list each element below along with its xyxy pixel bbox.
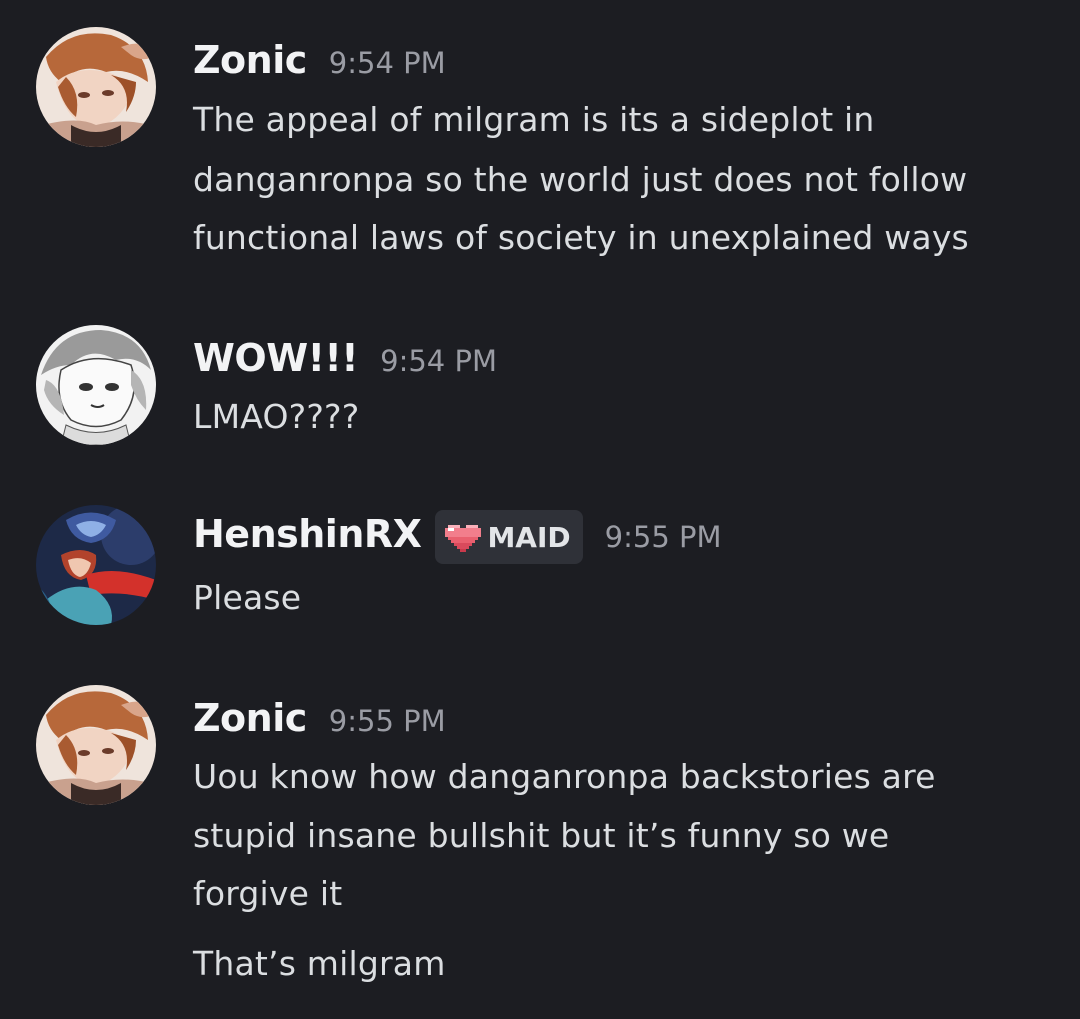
username[interactable]: HenshinRX: [193, 512, 422, 556]
timestamp[interactable]: 9:54 PM: [329, 46, 446, 80]
avatar-zonic[interactable]: [36, 27, 156, 147]
avatar-zonic[interactable]: [36, 685, 156, 805]
message-header: Zonic 9:55 PM: [193, 696, 446, 746]
avatar-image: [36, 505, 156, 625]
timestamp[interactable]: 9:54 PM: [380, 344, 497, 378]
message-line: forgive it: [193, 874, 343, 913]
message-line: functional laws of society in unexplaine…: [193, 218, 969, 257]
message-line: danganronpa so the world just does not f…: [193, 160, 968, 199]
message-line: LMAO????: [193, 397, 360, 436]
username[interactable]: WOW!!!: [193, 336, 359, 380]
avatar-image: [36, 27, 156, 147]
avatar-henshinrx[interactable]: [36, 505, 156, 625]
timestamp[interactable]: 9:55 PM: [605, 520, 722, 554]
message-line: Uou know how danganronpa backstories are: [193, 757, 936, 796]
avatar-image: [36, 325, 156, 445]
message-line: Please: [193, 578, 302, 617]
username[interactable]: Zonic: [193, 696, 307, 740]
role-tag[interactable]: MAID: [435, 510, 583, 564]
pixel-heart-icon: [445, 525, 482, 552]
message-line: The appeal of milgram is its a sideplot …: [193, 100, 875, 139]
avatar-wow[interactable]: [36, 325, 156, 445]
message-header: WOW!!! 9:54 PM: [193, 336, 497, 386]
role-tag-label: MAID: [487, 520, 571, 554]
avatar-image: [36, 685, 156, 805]
timestamp[interactable]: 9:55 PM: [329, 704, 446, 738]
message-header: Zonic 9:54 PM: [193, 38, 446, 88]
message-line: stupid insane bullshit but it’s funny so…: [193, 816, 890, 855]
username[interactable]: Zonic: [193, 38, 307, 82]
message-followup: That’s milgram: [193, 944, 446, 983]
message-header: HenshinRX MAID 9:55 PM: [193, 510, 722, 564]
